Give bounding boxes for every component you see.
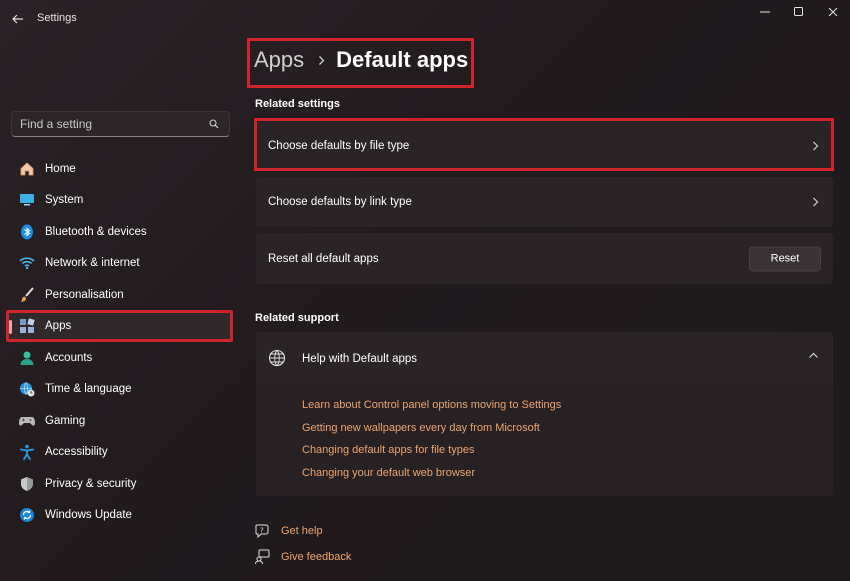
support-link-web-browser[interactable]: Changing your default web browser — [302, 467, 561, 490]
sidebar-item-accounts[interactable]: Accounts — [9, 342, 233, 374]
reset-button[interactable]: Reset — [749, 246, 821, 271]
sidebar-item-label: Bluetooth & devices — [45, 225, 147, 238]
help-default-apps-header[interactable]: Help with Default apps — [256, 332, 833, 385]
search-input[interactable] — [20, 117, 207, 131]
update-icon — [18, 506, 36, 524]
wifi-icon — [18, 254, 36, 272]
sidebar-item-system[interactable]: System — [9, 185, 233, 217]
get-help-link[interactable]: ? Get help — [255, 523, 323, 539]
back-button[interactable] — [8, 9, 28, 29]
chevron-right-icon — [812, 197, 819, 208]
arrow-left-icon — [12, 14, 23, 24]
give-feedback-link[interactable]: Give feedback — [255, 549, 351, 565]
support-link-file-types[interactable]: Changing default apps for file types — [302, 444, 561, 467]
accessibility-icon — [18, 443, 36, 461]
maximize-icon — [794, 7, 803, 16]
sidebar-item-bluetooth[interactable]: Bluetooth & devices — [9, 216, 233, 248]
shield-icon — [18, 475, 36, 493]
sidebar-item-accessibility[interactable]: Accessibility — [9, 437, 233, 469]
sidebar-item-network[interactable]: Network & internet — [9, 248, 233, 280]
help-chat-icon: ? — [255, 523, 271, 539]
apps-icon — [18, 317, 36, 335]
sidebar-item-label: Windows Update — [45, 509, 132, 522]
monitor-icon — [18, 191, 36, 209]
globe-icon — [268, 349, 288, 369]
sidebar-item-windows-update[interactable]: Windows Update — [9, 500, 233, 532]
globe-clock-icon — [18, 380, 36, 398]
sidebar-item-home[interactable]: Home — [9, 153, 233, 185]
chevron-up-icon[interactable] — [808, 352, 819, 359]
sidebar-item-label: Personalisation — [45, 288, 124, 301]
card-label: Choose defaults by link type — [268, 196, 412, 208]
sidebar-item-label: Network & internet — [45, 257, 140, 270]
sidebar-item-label: Time & language — [45, 383, 132, 396]
support-link-control-panel[interactable]: Learn about Control panel options moving… — [302, 399, 561, 422]
card-label: Reset all default apps — [268, 252, 379, 265]
feedback-icon — [255, 549, 271, 565]
sidebar-item-label: Privacy & security — [45, 477, 137, 490]
choose-defaults-link-type-card[interactable]: Choose defaults by link type — [256, 177, 833, 227]
app-title: Settings — [37, 12, 77, 24]
get-help-label: Get help — [281, 525, 323, 537]
give-feedback-label: Give feedback — [281, 551, 352, 563]
breadcrumb-parent[interactable]: Apps — [254, 47, 304, 73]
support-links-list: Learn about Control panel options moving… — [302, 399, 561, 490]
help-default-apps-card: Help with Default apps Learn about Contr… — [256, 332, 833, 496]
sidebar-item-label: Accounts — [45, 351, 93, 364]
related-settings-heading: Related settings — [255, 98, 340, 110]
title-bar: Settings — [0, 0, 850, 38]
close-button[interactable] — [816, 0, 850, 24]
account-icon — [18, 349, 36, 367]
sidebar-item-personalisation[interactable]: Personalisation — [9, 279, 233, 311]
settings-window: Settings Home System — [0, 0, 850, 581]
sidebar-item-label: System — [45, 194, 84, 207]
support-link-wallpapers[interactable]: Getting new wallpapers every day from Mi… — [302, 422, 561, 445]
bluetooth-icon — [18, 223, 36, 241]
related-support-heading: Related support — [255, 312, 339, 324]
card-label: Choose defaults by file type — [268, 140, 410, 152]
search-icon[interactable] — [207, 117, 221, 131]
chevron-right-icon — [318, 55, 325, 66]
sidebar-item-apps[interactable]: Apps — [9, 310, 233, 342]
sidebar-item-time-language[interactable]: Time & language — [9, 374, 233, 406]
close-icon — [828, 7, 838, 17]
maximize-button[interactable] — [782, 0, 816, 24]
sidebar-item-label: Home — [45, 162, 76, 175]
sidebar-item-label: Accessibility — [45, 446, 108, 459]
minimize-button[interactable] — [748, 0, 782, 24]
breadcrumb: Apps Default apps — [254, 44, 468, 76]
svg-text:?: ? — [260, 527, 264, 535]
search-box[interactable] — [11, 111, 230, 137]
reset-default-apps-card: Reset all default apps Reset — [256, 233, 833, 284]
sidebar-item-label: Gaming — [45, 414, 86, 427]
choose-defaults-file-type-card[interactable]: Choose defaults by file type — [256, 121, 833, 171]
sidebar-item-label: Apps — [45, 320, 72, 333]
home-icon — [18, 160, 36, 178]
brush-icon — [18, 286, 36, 304]
chevron-right-icon — [812, 141, 819, 152]
sidebar-item-gaming[interactable]: Gaming — [9, 405, 233, 437]
sidebar-nav: Home System Bluetooth & devices Network … — [9, 153, 233, 531]
minimize-icon — [760, 11, 770, 13]
gamepad-icon — [18, 412, 36, 430]
sidebar-item-privacy-security[interactable]: Privacy & security — [9, 468, 233, 500]
help-title: Help with Default apps — [302, 352, 418, 365]
page-title: Default apps — [336, 47, 469, 72]
